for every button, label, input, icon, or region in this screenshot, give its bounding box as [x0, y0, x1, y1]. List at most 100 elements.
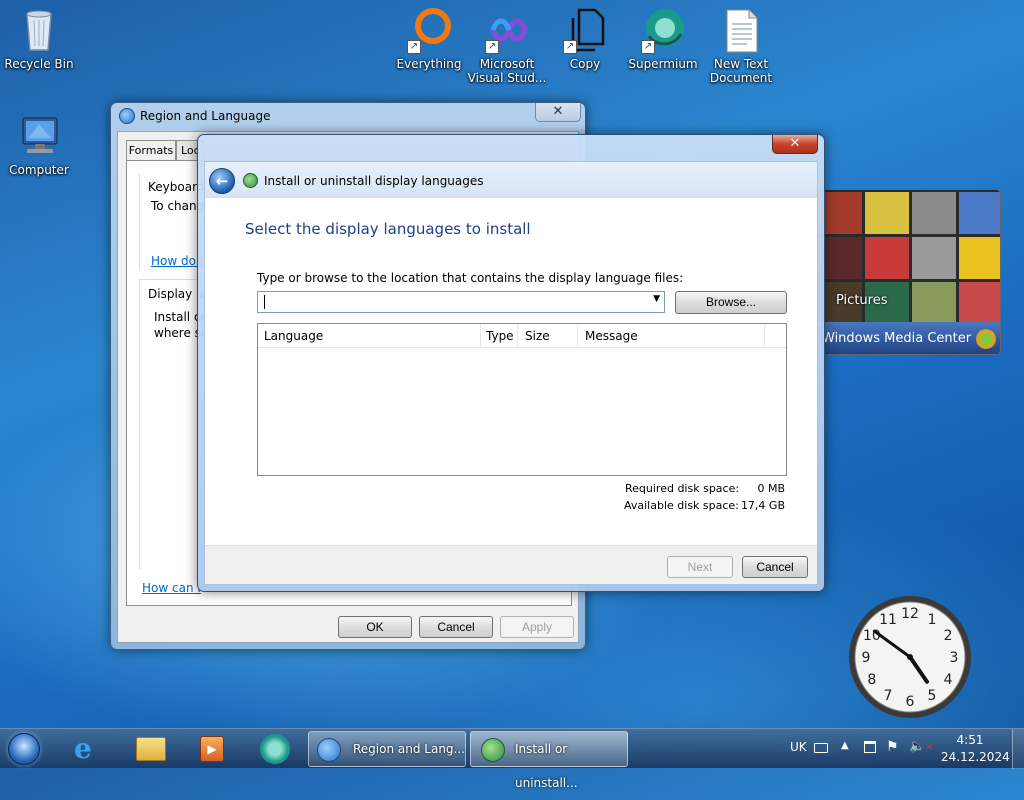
taskbar-item-install-language[interactable]: Install or uninstall... — [470, 731, 628, 790]
media-center-title-bar[interactable]: Windows Media Center — [816, 322, 1000, 354]
clock-gadget[interactable]: 12 1 2 3 4 5 6 7 8 9 10 11 — [847, 594, 973, 720]
clock-number: 12 — [901, 606, 919, 622]
windows-logo-icon — [8, 733, 40, 765]
install-cancel-button[interactable]: Cancel — [742, 556, 808, 578]
column-separator — [517, 324, 518, 348]
back-arrow-icon: ← — [215, 172, 229, 190]
desktop-icon-computer[interactable]: Computer — [0, 112, 81, 177]
list-header: Language Type Size Message — [258, 324, 786, 348]
languages-list[interactable]: Language Type Size Message — [257, 323, 787, 476]
install-language-icon — [243, 173, 258, 188]
language-indicator[interactable]: UK — [790, 740, 807, 754]
recycle-bin-icon — [15, 6, 63, 54]
volume-muted-icon[interactable]: 🔈✕ — [909, 739, 934, 754]
column-separator — [764, 324, 765, 348]
clock-number: 3 — [950, 650, 959, 666]
region-apply-button[interactable]: Apply — [500, 616, 574, 638]
taskbar-item-label: Region and Lang... — [353, 742, 465, 756]
available-space-label: Available disk space: — [624, 499, 739, 512]
location-label: Type or browse to the location that cont… — [257, 271, 684, 285]
media-center-pictures-label: Pictures — [836, 293, 888, 308]
install-dialog-breadcrumb: Install or uninstall display languages — [264, 174, 484, 188]
clock-number: 11 — [879, 612, 897, 628]
region-cancel-button[interactable]: Cancel — [419, 616, 493, 638]
chevron-down-icon[interactable]: ▼ — [653, 294, 660, 304]
next-button[interactable]: Next — [667, 556, 733, 578]
shortcut-arrow-icon: ↗ — [563, 40, 577, 54]
column-language[interactable]: Language — [264, 329, 323, 343]
region-window-titlebar[interactable]: Region and Language ✕ — [111, 103, 585, 129]
install-language-dialog[interactable]: ✕ ← Install or uninstall display languag… — [197, 134, 825, 592]
clock-number: 2 — [944, 628, 953, 644]
region-help-link[interactable]: How can I — [142, 581, 201, 595]
install-language-icon — [481, 738, 505, 762]
tab-formats[interactable]: Formats — [126, 140, 176, 160]
shortcut-arrow-icon: ↗ — [407, 40, 421, 54]
media-player-icon: ▶ — [200, 736, 224, 762]
region-window-title: Region and Language — [140, 109, 271, 123]
taskbar-date[interactable]: 24.12.2024 — [941, 750, 1010, 764]
media-center-gadget[interactable]: Pictures Windows Media Center — [815, 189, 1001, 355]
clock-number: 10 — [863, 628, 881, 644]
clock-number: 7 — [884, 688, 893, 704]
taskbar-time[interactable]: 4:51 — [941, 733, 999, 747]
install-dialog-close-button[interactable]: ✕ — [772, 135, 818, 154]
clock-number: 5 — [928, 688, 937, 704]
clock-number: 9 — [862, 650, 871, 666]
visual-studio-icon: ↗ — [483, 6, 531, 54]
taskbar-item-region-language[interactable]: Region and Lang... — [308, 731, 466, 767]
clock-center — [907, 654, 913, 660]
clock-number: 6 — [906, 694, 915, 710]
clock-number: 4 — [944, 672, 953, 688]
text-document-icon — [717, 6, 765, 54]
required-space-label: Required disk space: — [625, 482, 740, 495]
keyboards-help-link[interactable]: How do I — [151, 254, 203, 268]
region-language-icon — [317, 738, 341, 762]
taskbar: e ▶ Region and Lang... Install or uninst… — [0, 728, 1024, 790]
show-hidden-icons[interactable]: ▲ — [841, 740, 849, 751]
action-center-flag-icon[interactable]: ⚑ — [886, 739, 899, 755]
column-type[interactable]: Type — [486, 329, 514, 343]
desktop-icon-supermium[interactable]: ↗ Supermium — [621, 6, 705, 71]
install-dialog-footer: Next Cancel — [204, 545, 818, 585]
browse-button[interactable]: Browse... — [675, 291, 787, 314]
internet-explorer-icon: e — [74, 732, 92, 765]
column-separator — [577, 324, 578, 348]
install-dialog-content: Select the display languages to install … — [204, 198, 818, 546]
region-window-close-button[interactable]: ✕ — [535, 103, 581, 122]
keyboard-icon[interactable] — [814, 743, 828, 753]
taskbar-supermium[interactable] — [248, 733, 300, 765]
shortcut-arrow-icon: ↗ — [641, 40, 655, 54]
show-desktop-button[interactable] — [1012, 729, 1024, 769]
desktop-icon-visual-studio[interactable]: ↗ Microsoft Visual Stud... — [465, 6, 549, 85]
region-ok-button[interactable]: OK — [338, 616, 412, 638]
supermium-icon — [260, 734, 290, 764]
media-center-title: Windows Media Center — [822, 331, 972, 346]
computer-icon — [15, 112, 63, 160]
copy-icon: ↗ — [561, 6, 609, 54]
column-size[interactable]: Size — [525, 329, 550, 343]
network-icon[interactable] — [864, 741, 876, 753]
back-button[interactable]: ← — [209, 168, 235, 194]
region-language-icon — [119, 108, 135, 124]
taskbar-media-player[interactable]: ▶ — [186, 733, 238, 765]
windows-logo-icon — [976, 329, 996, 349]
clock-number: 1 — [928, 612, 937, 628]
location-input[interactable] — [264, 295, 267, 309]
required-space-value: 0 MB — [757, 482, 785, 495]
shortcut-arrow-icon: ↗ — [485, 40, 499, 54]
location-combobox[interactable]: ▼ — [257, 291, 665, 313]
desktop-icon-recycle-bin[interactable]: Recycle Bin — [0, 6, 81, 71]
clock-face: 12 12 3 45678 9 1011 — [849, 596, 971, 718]
clock-number: 8 — [867, 672, 876, 688]
desktop-icon-new-text-document[interactable]: New Text Document — [699, 6, 783, 85]
desktop-icon-copy[interactable]: ↗ Copy — [543, 6, 627, 71]
taskbar-explorer[interactable] — [124, 733, 176, 765]
start-button[interactable] — [4, 730, 44, 768]
supermium-icon: ↗ — [639, 6, 687, 54]
taskbar-internet-explorer[interactable]: e — [62, 733, 114, 765]
install-dialog-heading: Select the display languages to install — [245, 220, 531, 238]
install-dialog-navbar: ← Install or uninstall display languages — [204, 161, 818, 199]
column-message[interactable]: Message — [585, 329, 638, 343]
desktop-icon-everything[interactable]: ↗ Everything — [387, 6, 471, 71]
